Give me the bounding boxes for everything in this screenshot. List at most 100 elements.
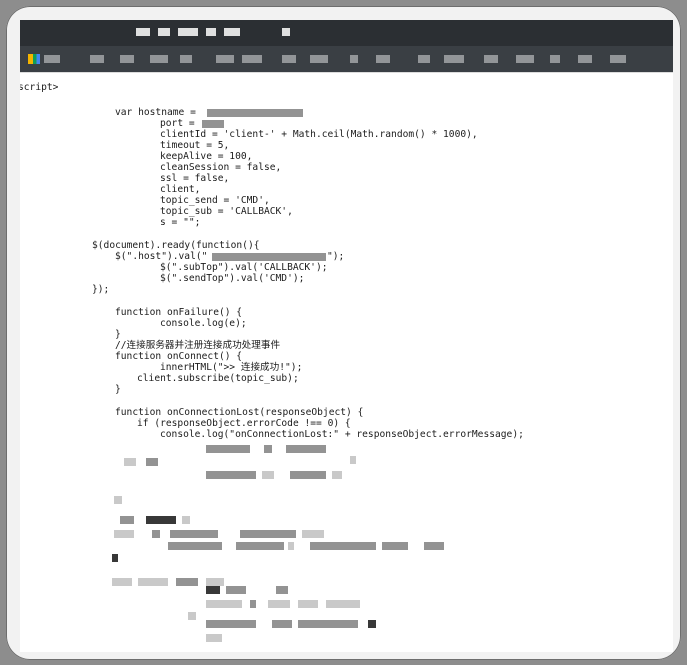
code-line: }); [92, 284, 110, 295]
code-line: } [115, 329, 121, 340]
bookmark-item[interactable] [310, 55, 328, 63]
redacted-code [226, 586, 246, 594]
bookmark-favicon-icon [28, 54, 40, 64]
content-top-border [20, 72, 673, 73]
bookmarks-bar [20, 46, 673, 72]
code-line: innerHTML(">> 连接成功!"); [160, 362, 303, 373]
redacted-code [182, 516, 190, 524]
code-line: timeout = 5, [160, 140, 230, 151]
bookmark-item[interactable] [418, 55, 430, 63]
blurred-title-fragment [224, 28, 240, 36]
bookmark-item[interactable] [444, 55, 464, 63]
bookmark-item[interactable] [516, 55, 534, 63]
bookmark-item[interactable] [610, 55, 626, 63]
redacted-code [112, 554, 118, 562]
bookmark-item[interactable] [282, 55, 296, 63]
code-line: "); [327, 251, 345, 262]
redacted-code [188, 612, 196, 620]
bookmark-item[interactable] [180, 55, 192, 63]
code-line: client.subscribe(topic_sub); [137, 373, 299, 384]
code-line: client, [160, 184, 201, 195]
redacted-code [240, 530, 296, 538]
redacted-code [264, 445, 272, 453]
redacted-code [368, 620, 376, 628]
code-line: } [115, 384, 121, 395]
code-line: console.log(e); [160, 318, 247, 329]
bookmark-item[interactable] [350, 55, 358, 63]
code-line: function onConnectionLost(responseObject… [115, 407, 364, 418]
blurred-title-fragment [178, 28, 198, 36]
code-comment: //连接服务器并注册连接成功处理事件 [115, 340, 281, 351]
redacted-code [206, 445, 250, 453]
code-line: cleanSession = false, [160, 162, 282, 173]
redacted-code [152, 530, 160, 538]
redacted-code [326, 600, 360, 608]
blurred-title-fragment [136, 28, 150, 36]
code-line: var hostname = [115, 107, 202, 118]
redacted-code [424, 542, 444, 550]
blurred-title-fragment [282, 28, 290, 36]
bookmark-item[interactable] [90, 55, 104, 63]
redacted-hostname [207, 109, 303, 117]
bookmark-item[interactable] [44, 55, 60, 63]
redacted-code [310, 542, 376, 550]
code-line: topic_send = 'CMD', [160, 195, 270, 206]
redacted-code [286, 445, 326, 453]
redacted-code [350, 456, 356, 464]
redacted-code [206, 578, 224, 586]
redacted-host-value [212, 253, 326, 261]
code-line: if (responseObject.errorCode !== 0) { [137, 418, 351, 429]
bookmark-item[interactable] [150, 55, 168, 63]
redacted-code [112, 578, 132, 586]
code-line: function onConnect() { [115, 351, 243, 362]
redacted-code [146, 458, 158, 466]
redacted-code [262, 471, 274, 479]
redacted-code [236, 542, 284, 550]
bookmark-item[interactable] [216, 55, 234, 63]
redacted-code [114, 530, 134, 538]
bookmark-item[interactable] [242, 55, 262, 63]
redacted-code [206, 620, 256, 628]
redacted-code [276, 586, 288, 594]
bookmark-item[interactable] [550, 55, 560, 63]
redacted-code [124, 458, 136, 466]
bookmark-item[interactable] [120, 55, 134, 63]
redacted-code [298, 600, 318, 608]
browser-window: script> var hostname = port = clientId =… [20, 20, 673, 652]
blurred-title-fragment [158, 28, 170, 36]
redacted-code [176, 578, 198, 586]
redacted-code [288, 542, 294, 550]
redacted-code [298, 620, 358, 628]
redacted-code [272, 620, 292, 628]
redacted-code [170, 530, 218, 538]
redacted-code [332, 471, 342, 479]
code-line: port = [160, 118, 201, 129]
redacted-code [206, 634, 222, 642]
code-line: $(".sendTop").val('CMD'); [160, 273, 305, 284]
code-line: topic_sub = 'CALLBACK', [160, 206, 293, 217]
code-line: script> [20, 82, 59, 93]
code-line: $(".host").val(" [115, 251, 208, 262]
bookmark-item[interactable] [578, 55, 592, 63]
code-line: function onFailure() { [115, 307, 243, 318]
screenshot-frame: script> var hostname = port = clientId =… [6, 6, 681, 660]
code-line: clientId = 'client-' + Math.ceil(Math.ra… [160, 129, 478, 140]
redacted-code [138, 578, 168, 586]
bookmark-item[interactable] [484, 55, 498, 63]
redacted-code [206, 471, 256, 479]
browser-title-bar [20, 20, 673, 46]
redacted-code [114, 496, 122, 504]
code-line: s = ""; [160, 217, 201, 228]
redacted-code [206, 586, 220, 594]
redacted-code [206, 600, 242, 608]
code-line: keepAlive = 100, [160, 151, 253, 162]
code-line: $(".subTop").val('CALLBACK'); [160, 262, 328, 273]
redacted-code [290, 471, 326, 479]
code-line: console.log("onConnectionLost:" + respon… [160, 429, 524, 440]
redacted-code [302, 530, 324, 538]
bookmark-item[interactable] [376, 55, 390, 63]
code-line: ssl = false, [160, 173, 230, 184]
code-view: script> var hostname = port = clientId =… [20, 72, 673, 652]
code-line: $(document).ready(function(){ [92, 240, 260, 251]
redacted-code [268, 600, 290, 608]
